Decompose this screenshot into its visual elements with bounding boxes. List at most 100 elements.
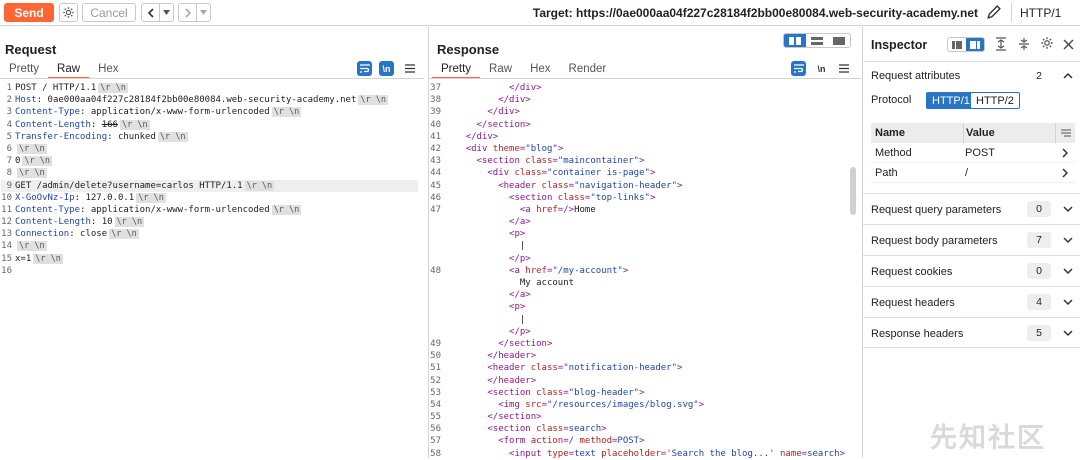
http-version-label[interactable]: HTTP/1	[1020, 6, 1061, 20]
row-name: Path	[875, 166, 898, 179]
inspector-settings-gear-icon[interactable]	[1040, 36, 1054, 55]
line-text: x=1	[15, 253, 32, 264]
request-tab-pretty[interactable]: Pretty	[0, 62, 48, 79]
back-dropdown-icon[interactable]	[160, 4, 173, 21]
code-line: 37 </div>	[430, 82, 850, 94]
code-line: 45 <header class="navigation-header">	[430, 180, 850, 192]
edit-target-pencil-icon[interactable]	[985, 4, 1002, 26]
forward-arrow-icon[interactable]	[179, 4, 197, 21]
layout-side-by-side-icon[interactable]	[784, 34, 806, 47]
section-request-body-parameters[interactable]: Request body parameters 7	[863, 224, 1080, 255]
line-number: 37	[430, 83, 441, 93]
layout-tabs-icon[interactable]	[828, 34, 850, 47]
response-wrap-lines-icon[interactable]	[791, 61, 806, 76]
chevron-down-icon[interactable]	[1063, 297, 1073, 309]
code-line: 14 \r \n	[1, 240, 418, 252]
response-newline-toggle[interactable]: \n	[814, 61, 829, 76]
collapse-all-icon[interactable]	[1018, 37, 1030, 56]
chevron-up-icon[interactable]	[1063, 70, 1073, 82]
response-menu-icon[interactable]	[836, 61, 851, 76]
response-tab-raw[interactable]: Raw	[480, 62, 521, 79]
crlf-marker: \r \n	[358, 95, 388, 106]
line-number: 1	[6, 83, 12, 93]
html-tag: </header>	[487, 375, 537, 386]
request-tab-hex[interactable]: Hex	[89, 62, 127, 79]
section-response-headers[interactable]: Response headers 5	[863, 317, 1080, 348]
code-line: 44 <div class="container is-page">	[430, 167, 850, 179]
response-viewer[interactable]: 37 </div> 38 </div> 39 </div> 40 </section>…	[430, 82, 850, 460]
protocol-http1-button[interactable]: HTTP/1	[926, 92, 976, 109]
line-number: 3	[6, 107, 12, 118]
code-line: 4 Content-Length: 166 \r \n	[1, 119, 418, 131]
line-number: 4	[6, 119, 12, 130]
html-tag: </p>	[509, 326, 531, 337]
response-tabs-divider	[429, 78, 861, 79]
response-tabs: Pretty Raw Hex Render	[432, 62, 615, 79]
html-tag: <header	[498, 180, 537, 191]
response-tab-render[interactable]: Render	[560, 62, 616, 79]
section-request-query-parameters[interactable]: Request query parameters 0	[863, 193, 1080, 224]
response-tab-pretty[interactable]: Pretty	[432, 62, 481, 79]
code-line: 51 <header class="notification-header">	[430, 362, 850, 374]
html-text: My account	[519, 278, 575, 288]
section-request-headers[interactable]: Request headers 4	[863, 286, 1080, 317]
code-line: 46 <section class="top-links">	[430, 192, 850, 204]
html-tag: </div>	[498, 95, 531, 106]
back-arrow-icon[interactable]	[142, 4, 160, 21]
forward-dropdown-icon[interactable]	[197, 4, 210, 21]
request-menu-icon[interactable]	[402, 61, 417, 76]
code-line: 15 x=1 \r \n	[1, 253, 418, 265]
section-count: 5	[1027, 325, 1051, 341]
response-scrollbar[interactable]	[850, 167, 856, 215]
html-tag: >	[677, 180, 683, 191]
code-line: 57 <form action=/ method=POST>	[430, 435, 850, 447]
header-separator: :	[36, 95, 48, 106]
table-row[interactable]: Path /	[871, 163, 1075, 183]
request-newline-toggle[interactable]: \n	[379, 61, 394, 76]
code-line: 40 </section>	[430, 119, 850, 131]
expand-all-icon[interactable]	[995, 37, 1007, 56]
table-options-icon[interactable]	[1055, 123, 1075, 143]
line-number: 44	[430, 168, 441, 179]
protocol-http2-button[interactable]: HTTP/2	[970, 92, 1020, 109]
inspector-layout-right-icon[interactable]	[966, 38, 984, 51]
header-key: Host	[15, 95, 37, 106]
header-value: chunked	[117, 131, 156, 142]
chevron-down-icon[interactable]	[1063, 204, 1073, 216]
html-attr-name: class	[525, 363, 558, 374]
section-label: Request headers	[871, 297, 955, 309]
html-tag: </a>	[509, 217, 531, 228]
response-tab-hex[interactable]: Hex	[521, 62, 559, 79]
cancel-button[interactable]: Cancel	[82, 3, 136, 22]
send-button[interactable]: Send	[4, 3, 54, 22]
code-line: 56 <section class=search>	[430, 423, 850, 435]
html-attr-value: search	[568, 424, 602, 435]
table-row[interactable]: Method POST	[871, 143, 1075, 163]
request-attributes-header[interactable]: Request attributes 2	[863, 61, 1080, 87]
response-pane: Response Pretty Raw Hex Render \n 37 </d…	[428, 27, 861, 460]
settings-gear-icon[interactable]	[59, 3, 78, 22]
request-wrap-lines-icon[interactable]	[357, 61, 372, 76]
header-separator: :	[74, 192, 86, 203]
section-label: Request cookies	[871, 266, 953, 278]
chevron-right-icon[interactable]	[1055, 167, 1075, 178]
html-tag: >	[649, 168, 656, 179]
request-editor[interactable]: 1 POST / HTTP/1.1 \r \n 2 Host: 0ae000aa04f2…	[1, 82, 418, 277]
header-value: 127.0.0.1	[85, 192, 135, 203]
chevron-down-icon[interactable]	[1063, 328, 1073, 340]
inspector-layout-left-icon[interactable]	[948, 38, 966, 51]
html-attr-name: placeholder	[595, 448, 661, 459]
chevron-down-icon[interactable]	[1063, 235, 1073, 247]
chevron-right-icon[interactable]	[1055, 147, 1075, 158]
section-request-cookies[interactable]: Request cookies 0	[863, 255, 1080, 286]
chevron-down-icon[interactable]	[1063, 266, 1073, 278]
request-tab-raw[interactable]: Raw	[48, 62, 90, 79]
close-icon[interactable]	[1063, 37, 1074, 55]
layout-stacked-icon[interactable]	[806, 34, 828, 47]
code-line: 13 Connection: close \r \n	[1, 228, 418, 240]
